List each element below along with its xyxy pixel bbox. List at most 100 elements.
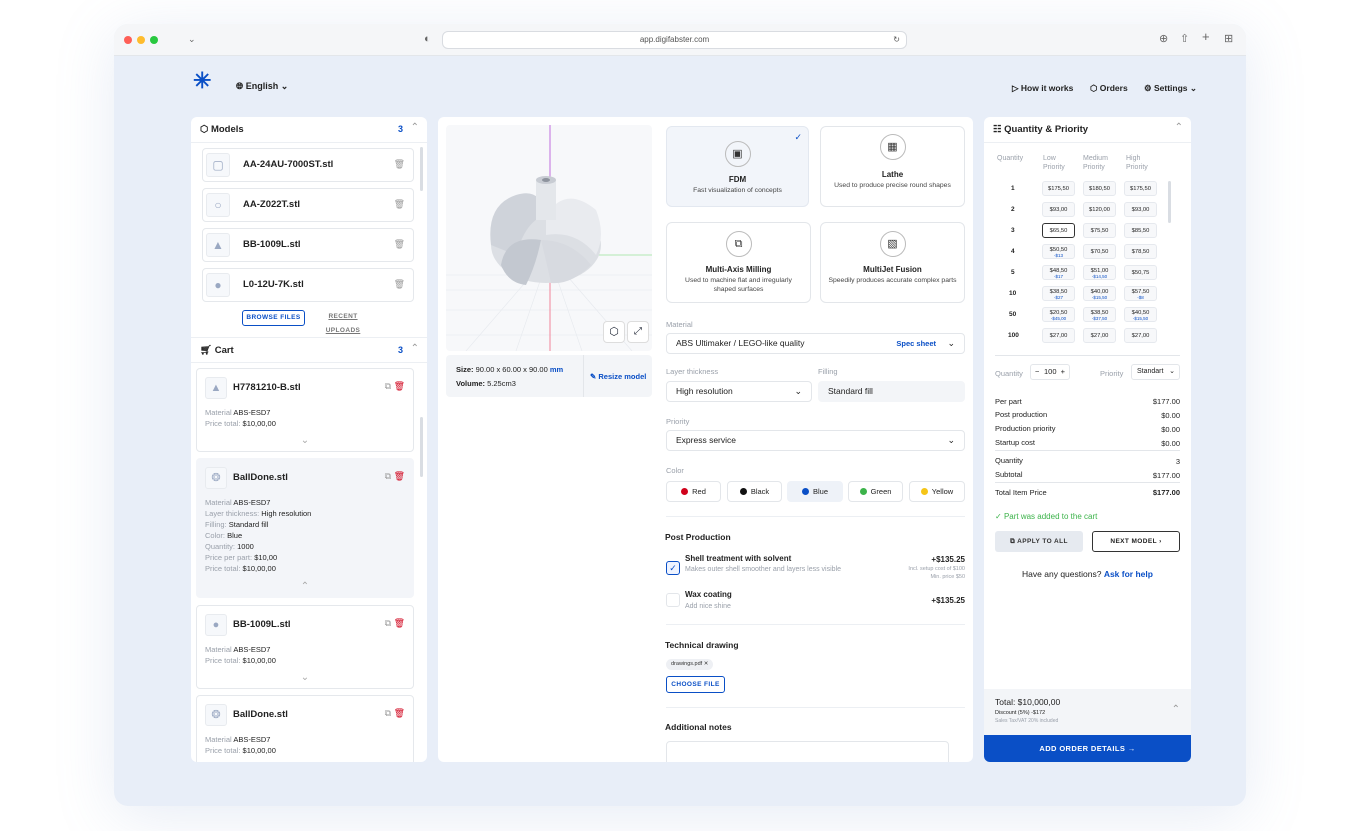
copy-icon[interactable]: ⧉ (385, 471, 391, 481)
price-cell[interactable]: $85,50 (1124, 223, 1157, 238)
color-option-red[interactable]: Red (666, 481, 721, 502)
address-bar[interactable]: app.digifabster.com ↻ (442, 31, 907, 49)
models-scrollbar[interactable] (420, 147, 423, 191)
spec-sheet-link[interactable]: Spec sheet (896, 334, 936, 353)
price-cell[interactable]: $93,00 (1042, 202, 1075, 217)
color-option-green[interactable]: Green (848, 481, 903, 502)
brand-logo[interactable]: ✳ (193, 68, 211, 94)
cart-item[interactable]: ▲ H7781210-B.stl ⧉ 🗑︎ Material ABS-ESD7 … (196, 368, 414, 452)
maximize-window-dot[interactable] (150, 36, 158, 44)
copy-icon[interactable]: ⧉ (385, 381, 391, 391)
tech-card-milling[interactable]: ⧉ Multi-Axis Milling Used to machine fla… (666, 222, 811, 303)
price-cell[interactable]: $40,50 -$15,50 (1124, 307, 1157, 322)
chevron-down-icon[interactable]: ⌄ (188, 32, 196, 46)
add-order-details-button[interactable]: ADD ORDER DETAILS → (984, 735, 1191, 762)
price-cell[interactable]: $27,00 (1042, 328, 1075, 343)
material-select[interactable]: ABS Ultimaker / LEGO-like quality Spec s… (666, 333, 965, 354)
price-cell[interactable]: $93,00 (1124, 202, 1157, 217)
price-cell[interactable]: $175,50 (1042, 181, 1075, 196)
trash-icon[interactable]: 🗑︎ (394, 199, 405, 210)
minus-icon[interactable]: − (1035, 365, 1039, 379)
copy-icon[interactable]: ⧉ (385, 618, 391, 628)
how-it-works-link[interactable]: ▷ How it works (1012, 83, 1073, 94)
reload-icon[interactable]: ↻ (893, 32, 900, 48)
cart-item[interactable]: ❂ BallDone.stl ⧉ 🗑︎ Material ABS-ESD7 Pr… (196, 695, 414, 762)
price-cell[interactable]: $51,00 -$14,50 (1083, 265, 1116, 280)
model-item[interactable]: ▢ AA-24AU-7000ST.stl 🗑︎ (202, 148, 414, 182)
price-cell[interactable]: $78,50 (1124, 244, 1157, 259)
model-item[interactable]: ▲ BB-1009L.stl 🗑︎ (202, 228, 414, 262)
recent-uploads-link[interactable]: RECENT UPLOADS (311, 310, 375, 334)
ask-for-help-link[interactable]: Ask for help (1104, 569, 1153, 579)
plus-icon[interactable]: + (1061, 365, 1065, 379)
cart-item[interactable]: ● BB-1009L.stl ⧉ 🗑︎ Material ABS-ESD7 Pr… (196, 605, 414, 689)
price-cell[interactable]: $48,50 -$17 (1042, 265, 1075, 280)
price-cell[interactable]: $50,50 -$13 (1042, 244, 1075, 259)
chevron-down-icon[interactable]: ⌄ (197, 672, 413, 683)
minimize-window-dot[interactable] (137, 36, 145, 44)
priority-select[interactable]: Express service ⌄ (666, 430, 965, 451)
wax-coating-checkbox[interactable] (666, 593, 680, 607)
cart-header[interactable]: 🛒︎ Cart 3 ⌃ (191, 337, 427, 363)
filling-select[interactable]: Standard fill (818, 381, 965, 402)
price-cell[interactable]: $180,50 (1083, 181, 1116, 196)
price-cell[interactable]: $40,00 -$15,50 (1083, 286, 1116, 301)
price-cell[interactable]: $27,00 (1124, 328, 1157, 343)
color-option-yellow[interactable]: Yellow (909, 481, 965, 502)
chevron-up-icon[interactable]: ⌃ (411, 343, 419, 354)
trash-icon[interactable]: 🗑︎ (394, 239, 405, 250)
trash-icon[interactable]: 🗑︎ (394, 159, 405, 170)
trash-icon[interactable]: 🗑︎ (394, 618, 405, 628)
tech-card-mjf[interactable]: ▧ MultiJet Fusion Speedily produces accu… (820, 222, 965, 303)
new-tab-icon[interactable]: + (1202, 30, 1210, 44)
trash-icon[interactable]: 🗑︎ (394, 279, 405, 290)
orders-link[interactable]: ⬡ Orders (1090, 83, 1128, 94)
color-option-blue[interactable]: Blue (787, 481, 843, 502)
trash-icon[interactable]: 🗑︎ (394, 708, 405, 718)
fullscreen-icon[interactable]: ⤢ (627, 321, 649, 343)
price-cell[interactable]: $38,50 -$27 (1042, 286, 1075, 301)
view-cube-icon[interactable]: ⬡ (603, 321, 625, 343)
cart-item-expanded[interactable]: ❂ BallDone.stl ⧉ 🗑︎ Material ABS-ESD7 La… (196, 458, 414, 598)
size-unit[interactable]: mm (550, 365, 563, 374)
trash-icon[interactable]: 🗑︎ (394, 381, 405, 391)
chevron-up-icon[interactable]: ⌃ (1175, 122, 1183, 133)
table-scrollbar[interactable] (1168, 181, 1171, 223)
chevron-down-icon[interactable]: ⌄ (197, 435, 413, 446)
priority-select[interactable]: Standart ⌄ (1131, 364, 1180, 380)
quantity-stepper[interactable]: − 100 + (1030, 364, 1070, 380)
tech-card-fdm[interactable]: ✓ ▣ FDM Fast visualization of concepts (666, 126, 809, 207)
models-header[interactable]: ⬡ Models 3 ⌃ (191, 117, 427, 143)
apply-to-all-button[interactable]: ⧉ APPLY TO ALL (995, 531, 1083, 552)
price-cell[interactable]: $50,75 (1124, 265, 1157, 280)
price-cell[interactable]: $120,00 (1083, 202, 1116, 217)
browse-files-button[interactable]: BROWSE FILES (242, 310, 305, 326)
price-cell[interactable]: $27,00 (1083, 328, 1116, 343)
copy-icon[interactable]: ⧉ (385, 708, 391, 718)
model-item[interactable]: ○ AA-Z022T.stl 🗑︎ (202, 188, 414, 222)
shell-treatment-checkbox[interactable]: ✓ (666, 561, 680, 575)
cart-scrollbar[interactable] (420, 417, 423, 477)
price-cell[interactable]: $175,50 (1124, 181, 1157, 196)
additional-notes-input[interactable] (666, 741, 949, 762)
language-selector[interactable]: 🌐︎ English ⌄ (236, 81, 288, 92)
resize-model-button[interactable]: ✎ Resize model (590, 372, 646, 381)
download-icon[interactable]: ⊕ (1159, 32, 1168, 46)
settings-menu[interactable]: ⚙ Settings ⌄ (1144, 83, 1197, 94)
tabs-grid-icon[interactable]: ⊞ (1224, 32, 1233, 46)
chevron-up-icon[interactable]: ⌃ (1172, 704, 1180, 715)
layer-thickness-select[interactable]: High resolution ⌄ (666, 381, 812, 402)
price-cell[interactable]: $70,50 (1083, 244, 1116, 259)
price-cell[interactable]: $38,50 -$37,50 (1083, 307, 1116, 322)
model-viewer[interactable]: ⬡ ⤢ (446, 125, 652, 351)
order-total[interactable]: Total: $10,000,00 Discount (5%) -$172 Sa… (984, 689, 1191, 735)
trash-icon[interactable]: 🗑︎ (394, 471, 405, 481)
next-model-button[interactable]: NEXT MODEL › (1092, 531, 1180, 552)
price-cell[interactable]: $57,50 -$8 (1124, 286, 1157, 301)
chevron-up-icon[interactable]: ⌃ (411, 122, 419, 133)
tech-card-lathe[interactable]: ▦ Lathe Used to produce precise round sh… (820, 126, 965, 207)
color-option-black[interactable]: Black (727, 481, 782, 502)
share-icon[interactable]: ⇧ (1180, 32, 1189, 46)
quantity-priority-header[interactable]: ☷ Quantity & Priority ⌃ (984, 117, 1191, 143)
close-window-dot[interactable] (124, 36, 132, 44)
